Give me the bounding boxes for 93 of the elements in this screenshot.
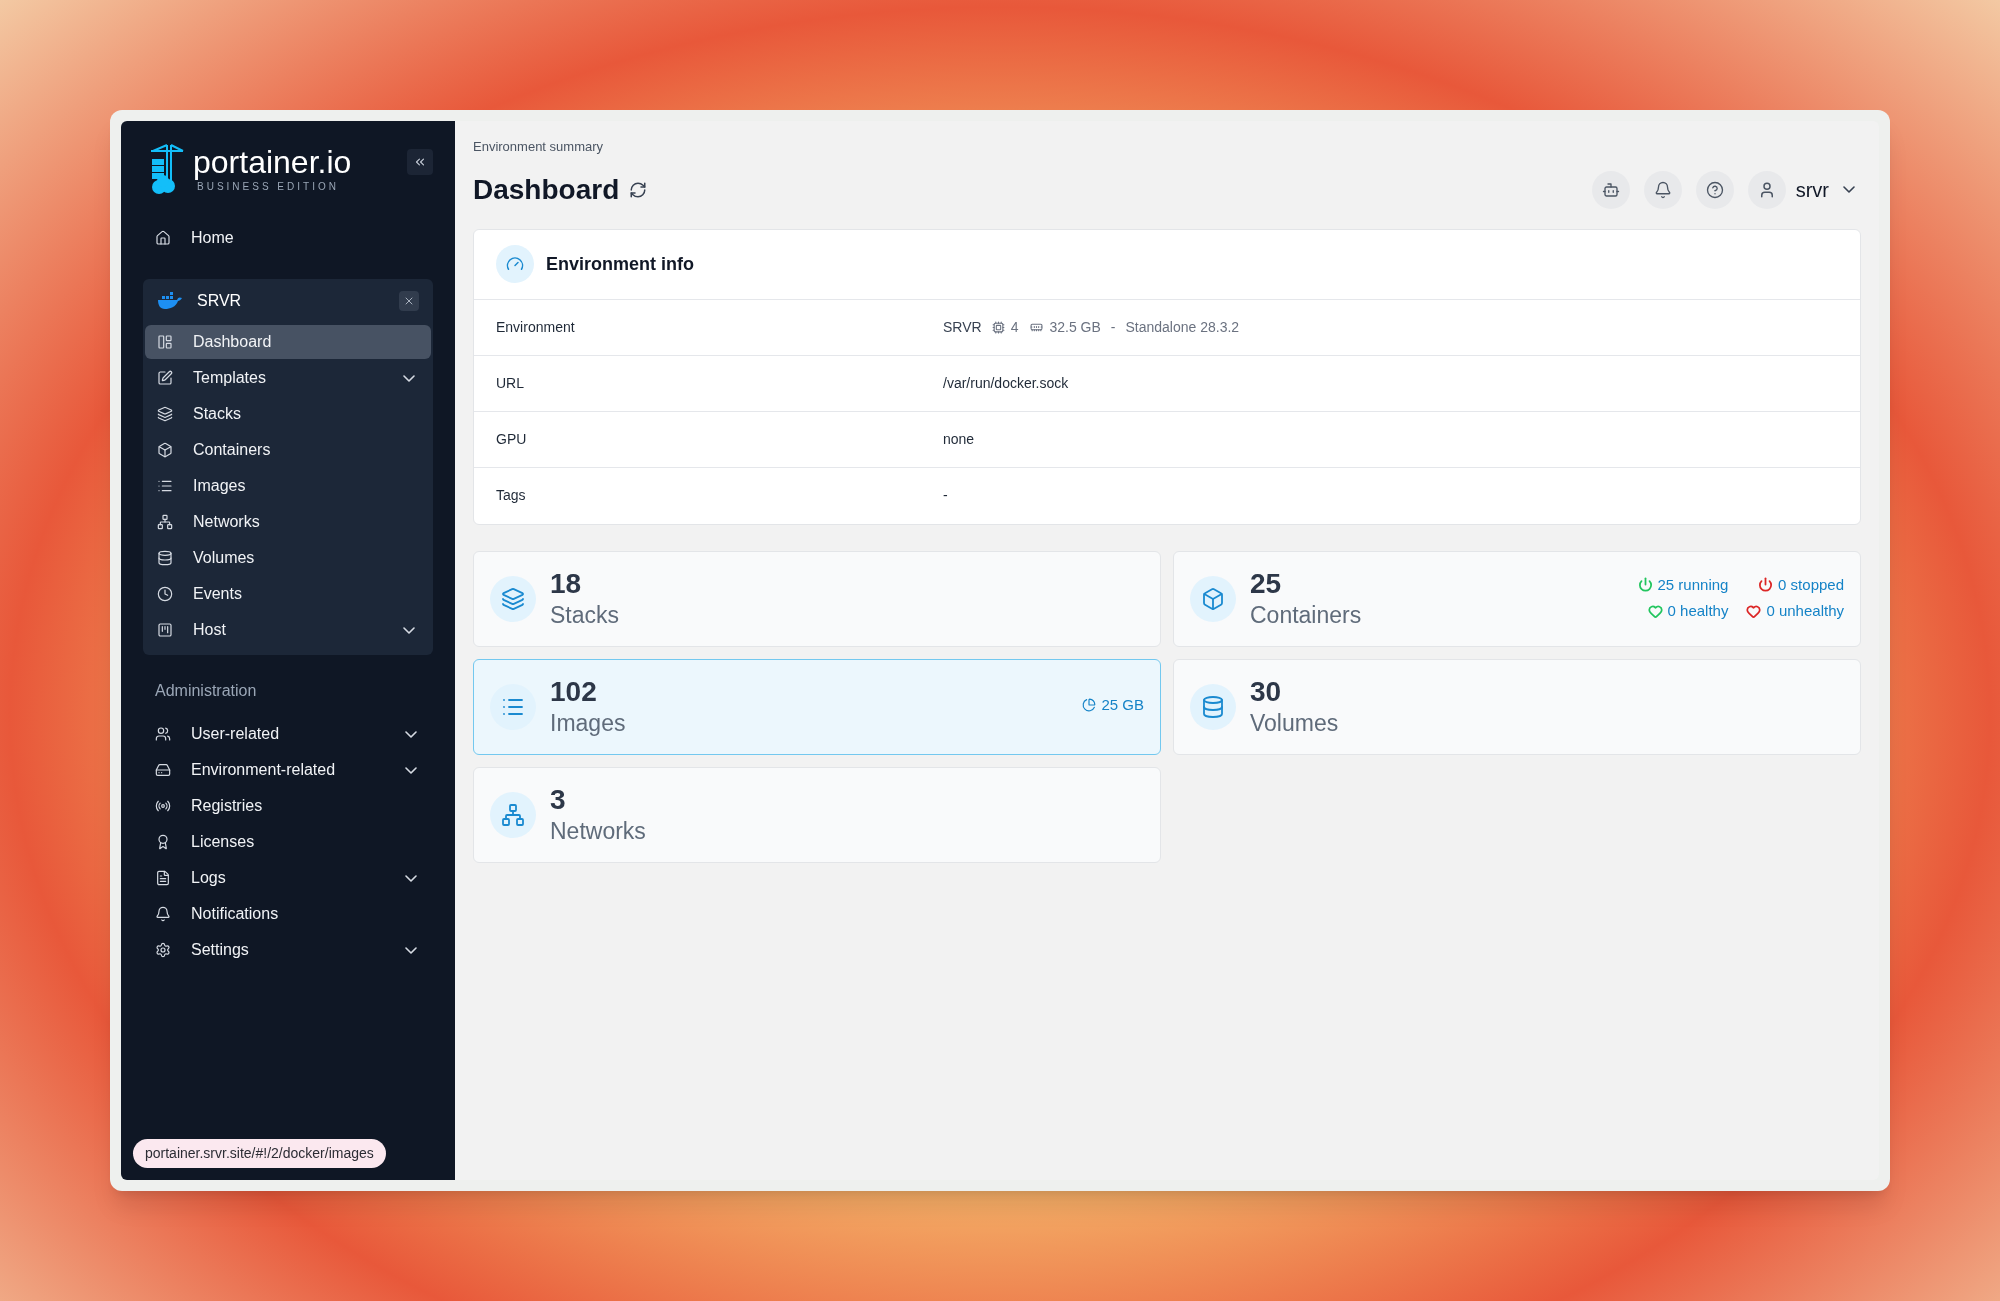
brand-edition: BUSINESS EDITION bbox=[196, 180, 340, 194]
close-button[interactable] bbox=[399, 291, 419, 311]
sidebar-item[interactable]: Containers bbox=[145, 433, 431, 467]
stat-label: Containers bbox=[1250, 600, 1363, 630]
brand-name: portainer.io bbox=[193, 144, 352, 179]
environment-name: SRVR bbox=[943, 317, 982, 337]
sidebar-item[interactable]: Templates bbox=[145, 361, 431, 395]
info-value: /var/run/docker.sock bbox=[943, 373, 1069, 393]
info-label: Tags bbox=[496, 486, 527, 505]
cpu-count: 4 bbox=[1010, 317, 1019, 337]
gauge-icon bbox=[496, 245, 534, 283]
dashboard-icon bbox=[157, 334, 173, 350]
stat-label: Volumes bbox=[1250, 708, 1340, 738]
sidebar-item[interactable]: Home bbox=[143, 221, 433, 255]
info-value: none bbox=[943, 429, 975, 449]
network-icon bbox=[157, 514, 173, 530]
stat-card[interactable]: 3 Networks bbox=[473, 766, 1161, 863]
home-icon bbox=[155, 230, 171, 246]
sidebar-item[interactable]: Licenses bbox=[143, 825, 433, 859]
docker-version: Standalone 28.3.2 bbox=[1125, 317, 1240, 337]
stat-card[interactable]: 102 Images 25 GB bbox=[473, 658, 1161, 755]
card-title: Environment info bbox=[546, 252, 694, 276]
document-icon bbox=[155, 870, 171, 886]
network-icon bbox=[490, 791, 536, 838]
users-icon bbox=[155, 726, 171, 742]
collapse-button[interactable] bbox=[407, 149, 433, 175]
environment-name: SRVR bbox=[197, 291, 243, 311]
status-count: 0 unhealthy bbox=[1766, 601, 1844, 621]
sidebar-item[interactable]: Logs bbox=[143, 861, 433, 895]
info-label: Environment bbox=[496, 317, 576, 337]
breadcrumb: Environment summary bbox=[473, 138, 605, 156]
section-heading: Administration bbox=[155, 681, 258, 701]
clock-icon bbox=[157, 586, 173, 602]
stat-card[interactable]: 30 Volumes bbox=[1173, 658, 1861, 755]
list-icon bbox=[490, 683, 536, 730]
stat-count: 102 bbox=[550, 675, 598, 708]
user-menu[interactable]: srvr bbox=[1747, 170, 1855, 209]
whale-icon bbox=[157, 292, 183, 310]
size-text: 25 GB bbox=[1101, 694, 1144, 715]
bell-icon[interactable] bbox=[1643, 170, 1682, 209]
edit-icon bbox=[157, 370, 173, 386]
layers-icon bbox=[490, 575, 536, 622]
drive-icon bbox=[155, 762, 171, 778]
portainer-logo-icon bbox=[149, 143, 185, 195]
info-label: URL bbox=[496, 373, 525, 393]
refresh-icon[interactable] bbox=[629, 180, 648, 199]
award-icon bbox=[155, 834, 171, 850]
sidebar-item[interactable]: Stacks bbox=[145, 397, 431, 431]
database-icon bbox=[157, 550, 173, 566]
status-count: 0 healthy bbox=[1667, 601, 1729, 621]
sidebar-item[interactable]: Networks bbox=[145, 505, 431, 539]
stat-count: 30 bbox=[1250, 675, 1283, 708]
sidebar-item[interactable]: Dashboard bbox=[145, 325, 431, 359]
sidebar-item[interactable]: User-related bbox=[143, 717, 433, 751]
stat-card[interactable]: 25 Containers 25 running 0 stopped 0 healthy 0 unhealthy bbox=[1173, 550, 1861, 647]
memory-size: 32.5 GB bbox=[1049, 317, 1101, 337]
stat-label: Images bbox=[550, 708, 627, 738]
broadcast-icon bbox=[155, 798, 171, 814]
sidebar-item[interactable]: Registries bbox=[143, 789, 433, 823]
bot-icon[interactable] bbox=[1591, 170, 1630, 209]
page-title: Dashboard bbox=[473, 172, 620, 207]
sidebar-item[interactable]: Images bbox=[145, 469, 431, 503]
stat-count: 3 bbox=[550, 783, 567, 816]
stat-count: 18 bbox=[550, 567, 583, 600]
separator-text: - bbox=[1110, 317, 1116, 337]
layers-icon bbox=[157, 406, 173, 422]
host-icon bbox=[157, 622, 173, 638]
cube-icon bbox=[1190, 575, 1236, 622]
sidebar-item[interactable]: Settings bbox=[143, 933, 433, 967]
help-icon[interactable] bbox=[1695, 170, 1734, 209]
stat-label: Stacks bbox=[550, 600, 621, 630]
sidebar-item[interactable]: Volumes bbox=[145, 541, 431, 575]
sidebar-item[interactable]: Events bbox=[145, 577, 431, 611]
info-label: GPU bbox=[496, 429, 528, 449]
cpu-icon bbox=[991, 320, 1005, 334]
close-icon bbox=[403, 295, 415, 307]
list-icon bbox=[157, 478, 173, 494]
stat-count: 25 bbox=[1250, 567, 1283, 600]
pie-chart-icon bbox=[1082, 697, 1097, 712]
settings-icon bbox=[155, 942, 171, 958]
stat-card[interactable]: 18 Stacks bbox=[473, 550, 1161, 647]
double-chevron-icon bbox=[413, 155, 427, 169]
stat-label: Networks bbox=[550, 816, 647, 846]
cube-icon bbox=[157, 442, 173, 458]
sidebar-item[interactable]: Notifications bbox=[143, 897, 433, 931]
bell-icon bbox=[155, 906, 171, 922]
status-count: 25 running bbox=[1657, 574, 1729, 595]
sidebar-item[interactable]: Host bbox=[145, 613, 431, 647]
sidebar-item[interactable]: Environment-related bbox=[143, 753, 433, 787]
status-count: 0 stopped bbox=[1778, 574, 1844, 595]
info-value: - bbox=[943, 486, 948, 505]
database-icon bbox=[1190, 683, 1236, 730]
chevron-icon bbox=[1843, 186, 1855, 193]
